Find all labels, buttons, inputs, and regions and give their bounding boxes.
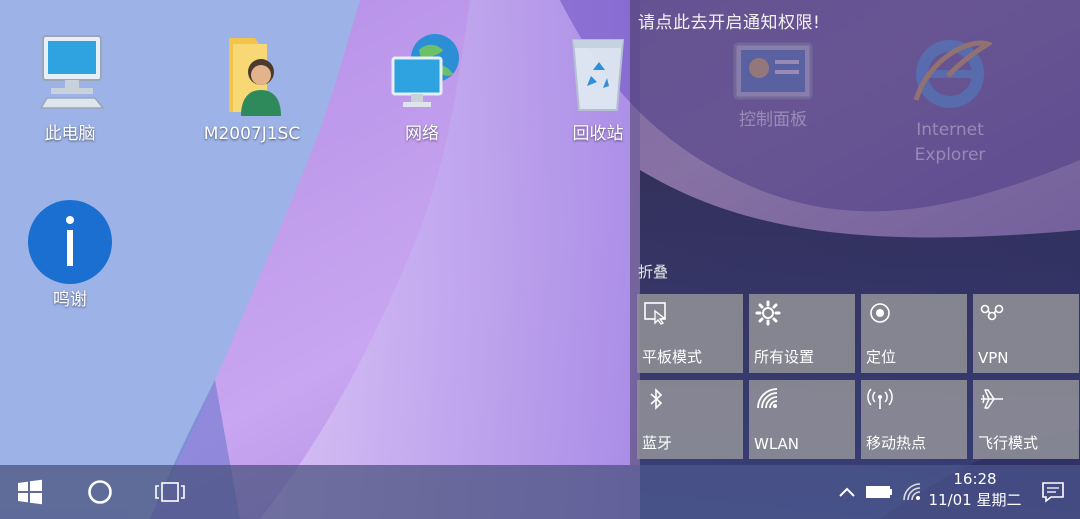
desktop-icon-user-folder[interactable]: M2007J1SC xyxy=(197,30,307,146)
desktop-icon-network[interactable]: 网络 xyxy=(367,30,477,146)
desktop-icon-label-line1: Internet xyxy=(916,120,984,140)
taskbar: 16:28 11/01 星期二 xyxy=(0,465,1080,519)
computer-icon xyxy=(25,30,115,120)
wifi-icon xyxy=(757,388,778,409)
action-center-button[interactable] xyxy=(1036,465,1070,519)
tile-label: 移动热点 xyxy=(866,434,927,452)
taskbar-clock[interactable]: 16:28 11/01 星期二 xyxy=(925,469,1025,511)
tile-label: WLAN xyxy=(754,435,800,453)
tile-vpn[interactable]: VPN xyxy=(973,294,1079,373)
tile-tablet-mode[interactable]: 平板模式 xyxy=(637,294,743,373)
start-button[interactable] xyxy=(0,465,60,519)
tablet-mode-icon xyxy=(644,302,666,325)
hotspot-icon xyxy=(867,388,893,409)
desktop-icon-label: 此电脑 xyxy=(44,124,96,144)
tile-mobile-hotspot[interactable]: 移动热点 xyxy=(861,380,967,459)
desktop-icon-label: 控制面板 xyxy=(739,110,807,130)
clock-time: 16:28 xyxy=(953,470,997,488)
clock-date: 11/01 星期二 xyxy=(928,491,1022,509)
control-panel-icon xyxy=(733,42,813,100)
wifi-status-indicator[interactable] xyxy=(900,465,926,519)
wifi-icon xyxy=(903,483,921,501)
windows-logo-icon xyxy=(18,479,42,505)
cortana-circle-icon xyxy=(88,480,112,504)
vpn-icon xyxy=(980,304,1004,321)
tile-bluetooth[interactable]: 蓝牙 xyxy=(637,380,743,459)
tile-label: 飞行模式 xyxy=(978,434,1039,452)
bluetooth-icon xyxy=(650,388,663,410)
chevron-up-icon xyxy=(839,487,855,497)
task-view-button[interactable] xyxy=(140,465,200,519)
airplane-icon xyxy=(981,389,1003,409)
desktop-icon-label: 网络 xyxy=(405,124,439,144)
tile-location[interactable]: 定位 xyxy=(861,294,967,373)
desktop-icon-label-line2: Explorer xyxy=(914,145,986,165)
tile-label: 定位 xyxy=(866,348,897,366)
desktop-icon-credits[interactable]: 鸣谢 xyxy=(15,200,125,312)
search-button[interactable] xyxy=(70,465,130,519)
desktop-icon-label: M2007J1SC xyxy=(203,124,301,144)
battery-icon xyxy=(866,486,892,498)
collapse-toggle[interactable]: 折叠 xyxy=(638,261,668,282)
task-view-icon xyxy=(155,482,185,502)
quick-action-tiles: 平板模式 所有设置 定位 VPN 蓝牙 WLAN 移动热点 飞行模式 xyxy=(637,294,1079,459)
desktop-icon-label: 鸣谢 xyxy=(53,290,87,310)
battery-indicator[interactable] xyxy=(864,465,894,519)
tile-label: 蓝牙 xyxy=(642,434,673,452)
desktop-icon-this-pc[interactable]: 此电脑 xyxy=(15,30,125,146)
info-icon xyxy=(25,200,115,286)
network-icon xyxy=(377,30,467,120)
gear-icon xyxy=(755,300,781,326)
user-folder-icon xyxy=(207,30,297,120)
action-center-panel: 请点此去开启通知权限! 控制面板 Internet Explorer 折叠 平板… xyxy=(630,0,1080,465)
notification-icon xyxy=(1042,482,1064,503)
tile-label: VPN xyxy=(978,349,1009,367)
tile-airplane-mode[interactable]: 飞行模式 xyxy=(973,380,1079,459)
tile-label: 平板模式 xyxy=(642,348,703,366)
show-hidden-icons-button[interactable] xyxy=(836,465,858,519)
faded-desktop-icon-internet-explorer: Internet Explorer xyxy=(880,30,1020,168)
notification-permission-prompt[interactable]: 请点此去开启通知权限! xyxy=(638,8,820,33)
tile-label: 所有设置 xyxy=(754,348,815,366)
location-icon xyxy=(870,303,890,323)
faded-desktop-icon-control-panel: 控制面板 xyxy=(703,40,843,133)
tile-all-settings[interactable]: 所有设置 xyxy=(749,294,855,373)
tile-wlan[interactable]: WLAN xyxy=(749,380,855,459)
internet-explorer-icon xyxy=(913,40,995,108)
